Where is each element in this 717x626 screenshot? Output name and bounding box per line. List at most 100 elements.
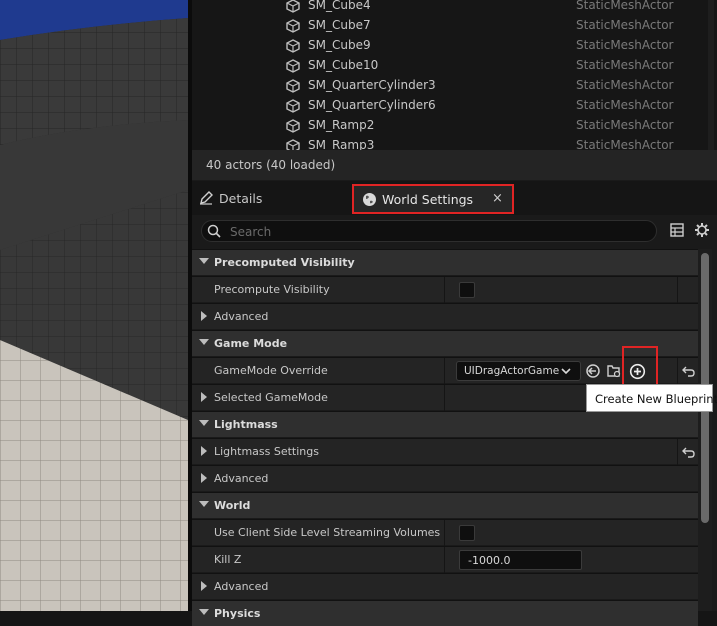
static-mesh-icon [286, 99, 300, 113]
property-group-advanced[interactable]: Advanced [192, 303, 698, 329]
pencil-icon [200, 191, 213, 205]
actor-type: StaticMeshActor [576, 98, 674, 112]
close-icon[interactable]: × [492, 191, 503, 206]
static-mesh-icon [286, 119, 300, 133]
column-divider [677, 358, 678, 384]
category-title: Lightmass [214, 418, 278, 431]
gear-icon[interactable] [694, 222, 710, 238]
actor-name: SM_Cube7 [308, 18, 371, 32]
globe-icon [363, 193, 376, 206]
actor-type: StaticMeshActor [576, 18, 674, 32]
list-item[interactable]: SM_Cube7 StaticMeshActor [192, 16, 697, 36]
category-world[interactable]: World [192, 492, 698, 518]
category-physics[interactable]: Physics [192, 600, 698, 626]
collapse-arrow-icon [199, 420, 209, 426]
outliner-status-bar: 40 actors (40 loaded) [192, 150, 717, 180]
column-divider[interactable] [444, 277, 445, 303]
details-scrollbar[interactable] [698, 249, 712, 611]
level-viewport[interactable] [0, 0, 188, 611]
search-input[interactable] [228, 223, 652, 241]
kill-z-value: -1000.0 [468, 554, 511, 567]
right-panel: SM_Cube4 StaticMeshActor SM_Cube7 Static… [192, 0, 717, 626]
column-divider[interactable] [444, 385, 445, 411]
property-group-lightmass-settings[interactable]: Lightmass Settings [192, 438, 698, 465]
list-item[interactable]: SM_Ramp2 StaticMeshActor [192, 116, 697, 136]
actor-type: StaticMeshActor [576, 118, 674, 132]
list-item[interactable]: SM_QuarterCylinder6 StaticMeshActor [192, 96, 697, 116]
actor-name: SM_Cube10 [308, 58, 379, 72]
property-label: Advanced [214, 310, 269, 323]
category-title: Precomputed Visibility [214, 256, 355, 269]
actor-name: SM_Ramp2 [308, 118, 375, 132]
property-group-advanced[interactable]: Advanced [192, 573, 698, 599]
collapse-arrow-icon [199, 609, 209, 615]
collapse-arrow-icon [199, 258, 209, 264]
column-divider [677, 439, 678, 465]
actor-name: SM_Cube9 [308, 38, 371, 52]
static-mesh-icon [286, 139, 300, 150]
property-label: Lightmass Settings [214, 445, 319, 458]
actor-type: StaticMeshActor [576, 0, 674, 12]
tab-bar: Details World Settings × [192, 181, 717, 215]
property-client-side-streaming: Use Client Side Level Streaming Volumes [192, 519, 698, 546]
actor-type: StaticMeshActor [576, 38, 674, 52]
static-mesh-icon [286, 79, 300, 93]
property-label: Advanced [214, 580, 269, 593]
outliner-scrollbar[interactable] [708, 0, 714, 150]
kill-z-input[interactable]: -1000.0 [459, 550, 582, 570]
list-item[interactable]: SM_Ramp3 StaticMeshActor [192, 136, 697, 150]
gamemode-override-dropdown[interactable]: UIDragActorGame [456, 361, 581, 381]
browse-to-asset-icon[interactable] [585, 363, 601, 379]
actor-name: SM_QuarterCylinder6 [308, 98, 436, 112]
static-mesh-icon [286, 39, 300, 53]
category-lightmass[interactable]: Lightmass [192, 411, 698, 437]
expand-arrow-icon [201, 311, 207, 321]
dropdown-value: UIDragActorGame [464, 365, 560, 377]
list-item[interactable]: SM_Cube4 StaticMeshActor [192, 0, 697, 16]
outliner-list: SM_Cube4 StaticMeshActor SM_Cube7 Static… [192, 0, 717, 150]
actor-name: SM_QuarterCylinder3 [308, 78, 436, 92]
property-label: Kill Z [214, 553, 242, 566]
actor-name: SM_Cube4 [308, 0, 371, 12]
chevron-down-icon [561, 368, 571, 375]
property-group-advanced[interactable]: Advanced [192, 465, 698, 491]
category-precomputed-visibility[interactable]: Precomputed Visibility [192, 249, 698, 275]
list-item[interactable]: SM_Cube10 StaticMeshActor [192, 56, 697, 76]
expand-arrow-icon [201, 581, 207, 591]
list-item[interactable]: SM_Cube9 StaticMeshActor [192, 36, 697, 56]
column-divider[interactable] [444, 547, 445, 573]
viewport-scene [0, 0, 188, 611]
reset-to-default-icon[interactable] [682, 446, 695, 458]
collapse-arrow-icon [199, 339, 209, 345]
table-view-icon[interactable] [670, 223, 684, 237]
column-divider[interactable] [444, 358, 445, 384]
tooltip: Create New Blueprint [586, 384, 717, 412]
actor-name: SM_Ramp3 [308, 138, 375, 150]
tab-details-label: Details [219, 191, 263, 206]
search-box[interactable] [201, 220, 657, 242]
collapse-arrow-icon [199, 501, 209, 507]
open-folder-icon[interactable] [606, 363, 622, 379]
property-label: Advanced [214, 472, 269, 485]
client-streaming-checkbox[interactable] [459, 525, 475, 541]
static-mesh-icon [286, 59, 300, 73]
expand-arrow-icon [201, 446, 207, 456]
column-divider[interactable] [444, 520, 445, 546]
list-item[interactable]: SM_QuarterCylinder3 StaticMeshActor [192, 76, 697, 96]
tab-world-settings[interactable]: World Settings × [352, 184, 514, 214]
property-kill-z: Kill Z -1000.0 [192, 546, 698, 573]
category-title: World [214, 499, 251, 512]
actor-type: StaticMeshActor [576, 138, 674, 150]
precompute-visibility-checkbox[interactable] [459, 282, 475, 298]
actor-count: 40 actors (40 loaded) [206, 158, 336, 172]
tab-details[interactable]: Details [192, 181, 342, 215]
search-icon [207, 224, 221, 238]
category-title: Physics [214, 607, 261, 620]
reset-to-default-icon[interactable] [682, 365, 695, 377]
search-row [192, 215, 717, 247]
actor-type: StaticMeshActor [576, 78, 674, 92]
expand-arrow-icon [201, 473, 207, 483]
tab-world-settings-label: World Settings [382, 192, 474, 207]
property-label: Selected GameMode [214, 391, 328, 404]
property-label: Use Client Side Level Streaming Volumes [214, 526, 441, 539]
